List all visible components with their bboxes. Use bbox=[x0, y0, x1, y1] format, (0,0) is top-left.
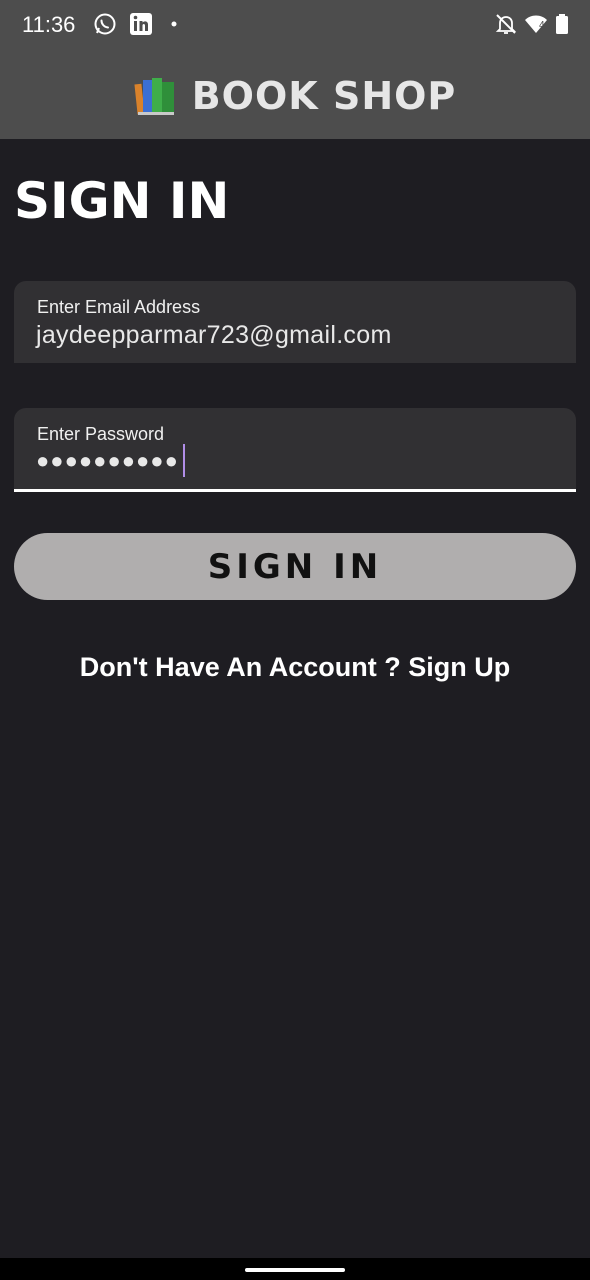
books-icon bbox=[134, 77, 174, 115]
password-field-underline bbox=[14, 489, 576, 492]
email-field-label: Enter Email Address bbox=[37, 297, 201, 317]
status-bar: 11:36 4 bbox=[0, 0, 590, 52]
sign-in-button-label: SIGN IN bbox=[207, 546, 383, 587]
sign-up-link[interactable]: Don't Have An Account ? Sign Up bbox=[0, 652, 590, 683]
status-time: 11:36 bbox=[22, 12, 76, 37]
sign-in-button[interactable]: SIGN IN bbox=[14, 533, 576, 600]
navigation-bar bbox=[0, 1258, 590, 1280]
linkedin-icon bbox=[130, 13, 152, 35]
notifications-off-icon bbox=[495, 14, 517, 34]
whatsapp-icon bbox=[94, 13, 116, 35]
app-title: BOOK SHOP bbox=[191, 73, 457, 118]
battery-icon bbox=[556, 14, 568, 34]
page-title: SIGN IN bbox=[14, 172, 230, 230]
wifi-badge: 4 bbox=[539, 20, 545, 31]
password-field[interactable]: Enter Password ●●●●●●●●●● bbox=[14, 408, 576, 492]
app-bar: BOOK SHOP bbox=[0, 52, 590, 139]
email-field[interactable]: Enter Email Address jaydeepparmar723@gma… bbox=[14, 281, 576, 363]
password-field-value[interactable]: ●●●●●●●●●● bbox=[36, 448, 179, 474]
password-field-label: Enter Password bbox=[37, 424, 165, 444]
email-field-value[interactable]: jaydeepparmar723@gmail.com bbox=[36, 321, 392, 350]
dot-icon bbox=[171, 21, 177, 27]
home-gesture-handle[interactable] bbox=[245, 1268, 345, 1272]
text-caret bbox=[183, 444, 185, 477]
